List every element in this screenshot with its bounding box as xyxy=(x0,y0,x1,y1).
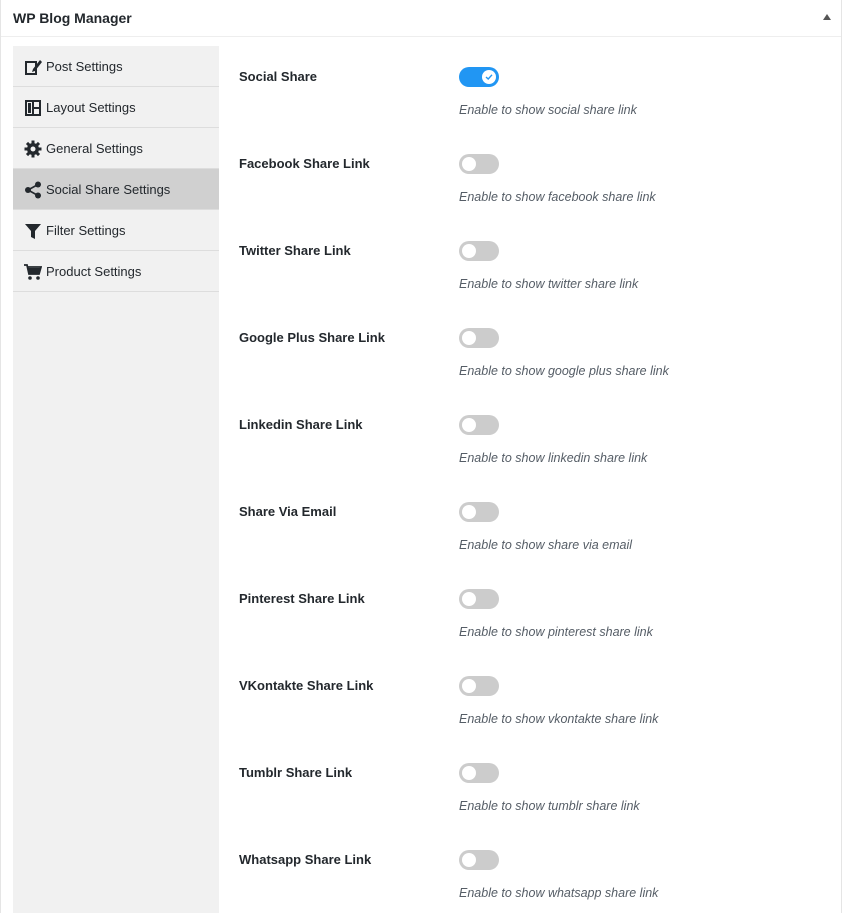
setting-row-social-share: Social Share Enable to show social share… xyxy=(239,46,839,133)
check-icon xyxy=(485,74,493,80)
toggle-knob xyxy=(462,418,476,432)
toggle-knob xyxy=(462,157,476,171)
sidebar-item-post-settings[interactable]: Post Settings xyxy=(13,46,219,87)
sidebar-item-layout-settings[interactable]: Layout Settings xyxy=(13,87,219,128)
setting-label: Share Via Email xyxy=(239,504,337,519)
sidebar-item-label: Product Settings xyxy=(46,264,142,279)
setting-description: Enable to show google plus share link xyxy=(459,364,669,378)
setting-description: Enable to show facebook share link xyxy=(459,190,656,204)
settings-sidebar: Post Settings Layout Settings General Se… xyxy=(13,46,219,913)
sidebar-item-label: Layout Settings xyxy=(46,100,136,115)
toggle-knob xyxy=(462,853,476,867)
setting-description: Enable to show social share link xyxy=(459,103,637,117)
setting-row-linkedin: Linkedin Share Link Enable to show linke… xyxy=(239,394,839,481)
toggle-knob xyxy=(462,244,476,258)
share-via-email-toggle[interactable] xyxy=(459,502,499,522)
tumblr-share-toggle[interactable] xyxy=(459,763,499,783)
twitter-share-toggle[interactable] xyxy=(459,241,499,261)
gear-icon xyxy=(24,140,42,158)
setting-label: Google Plus Share Link xyxy=(239,330,385,345)
cart-icon xyxy=(24,263,43,281)
setting-row-vkontakte: VKontakte Share Link Enable to show vkon… xyxy=(239,655,839,742)
setting-description: Enable to show linkedin share link xyxy=(459,451,648,465)
sidebar-item-label: Filter Settings xyxy=(46,223,126,238)
toggle-knob xyxy=(462,766,476,780)
sidebar-item-label: Post Settings xyxy=(46,59,123,74)
sidebar-item-social-share-settings[interactable]: Social Share Settings xyxy=(13,169,219,210)
filter-icon xyxy=(24,222,42,240)
setting-row-whatsapp: Whatsapp Share Link Enable to show whats… xyxy=(239,829,839,916)
panel-title: WP Blog Manager xyxy=(13,10,132,26)
sidebar-item-label: Social Share Settings xyxy=(46,182,171,197)
panel-header: WP Blog Manager xyxy=(1,0,841,37)
setting-description: Enable to show tumblr share link xyxy=(459,799,640,813)
setting-row-email: Share Via Email Enable to show share via… xyxy=(239,481,839,568)
setting-description: Enable to show vkontakte share link xyxy=(459,712,659,726)
collapse-arrow-icon[interactable] xyxy=(823,14,831,20)
setting-description: Enable to show twitter share link xyxy=(459,277,639,291)
toggle-knob xyxy=(482,70,496,84)
layout-icon xyxy=(24,99,42,117)
toggle-knob xyxy=(462,331,476,345)
linkedin-share-toggle[interactable] xyxy=(459,415,499,435)
setting-row-google-plus: Google Plus Share Link Enable to show go… xyxy=(239,307,839,394)
toggle-knob xyxy=(462,592,476,606)
sidebar-item-label: General Settings xyxy=(46,141,143,156)
setting-row-facebook: Facebook Share Link Enable to show faceb… xyxy=(239,133,839,220)
toggle-knob xyxy=(462,505,476,519)
setting-label: Pinterest Share Link xyxy=(239,591,365,606)
setting-label: Twitter Share Link xyxy=(239,243,351,258)
sidebar-item-filter-settings[interactable]: Filter Settings xyxy=(13,210,219,251)
setting-row-tumblr: Tumblr Share Link Enable to show tumblr … xyxy=(239,742,839,829)
social-share-settings-form: Social Share Enable to show social share… xyxy=(239,46,839,916)
whatsapp-share-toggle[interactable] xyxy=(459,850,499,870)
facebook-share-toggle[interactable] xyxy=(459,154,499,174)
sidebar-item-general-settings[interactable]: General Settings xyxy=(13,128,219,169)
setting-label: Linkedin Share Link xyxy=(239,417,363,432)
wp-blog-manager-panel: WP Blog Manager Post Settings Layout Set… xyxy=(0,0,842,913)
setting-label: Social Share xyxy=(239,69,318,84)
setting-label: Whatsapp Share Link xyxy=(239,852,372,867)
share-icon xyxy=(24,181,42,199)
setting-row-pinterest: Pinterest Share Link Enable to show pint… xyxy=(239,568,839,655)
setting-description: Enable to show pinterest share link xyxy=(459,625,653,639)
setting-label: VKontakte Share Link xyxy=(239,678,374,693)
edit-icon xyxy=(24,58,42,76)
google-plus-share-toggle[interactable] xyxy=(459,328,499,348)
setting-description: Enable to show whatsapp share link xyxy=(459,886,659,900)
setting-description: Enable to show share via email xyxy=(459,538,633,552)
setting-label: Tumblr Share Link xyxy=(239,765,353,780)
setting-label: Facebook Share Link xyxy=(239,156,370,171)
toggle-knob xyxy=(462,679,476,693)
vkontakte-share-toggle[interactable] xyxy=(459,676,499,696)
pinterest-share-toggle[interactable] xyxy=(459,589,499,609)
setting-row-twitter: Twitter Share Link Enable to show twitte… xyxy=(239,220,839,307)
sidebar-item-product-settings[interactable]: Product Settings xyxy=(13,251,219,292)
social-share-toggle[interactable] xyxy=(459,67,499,87)
